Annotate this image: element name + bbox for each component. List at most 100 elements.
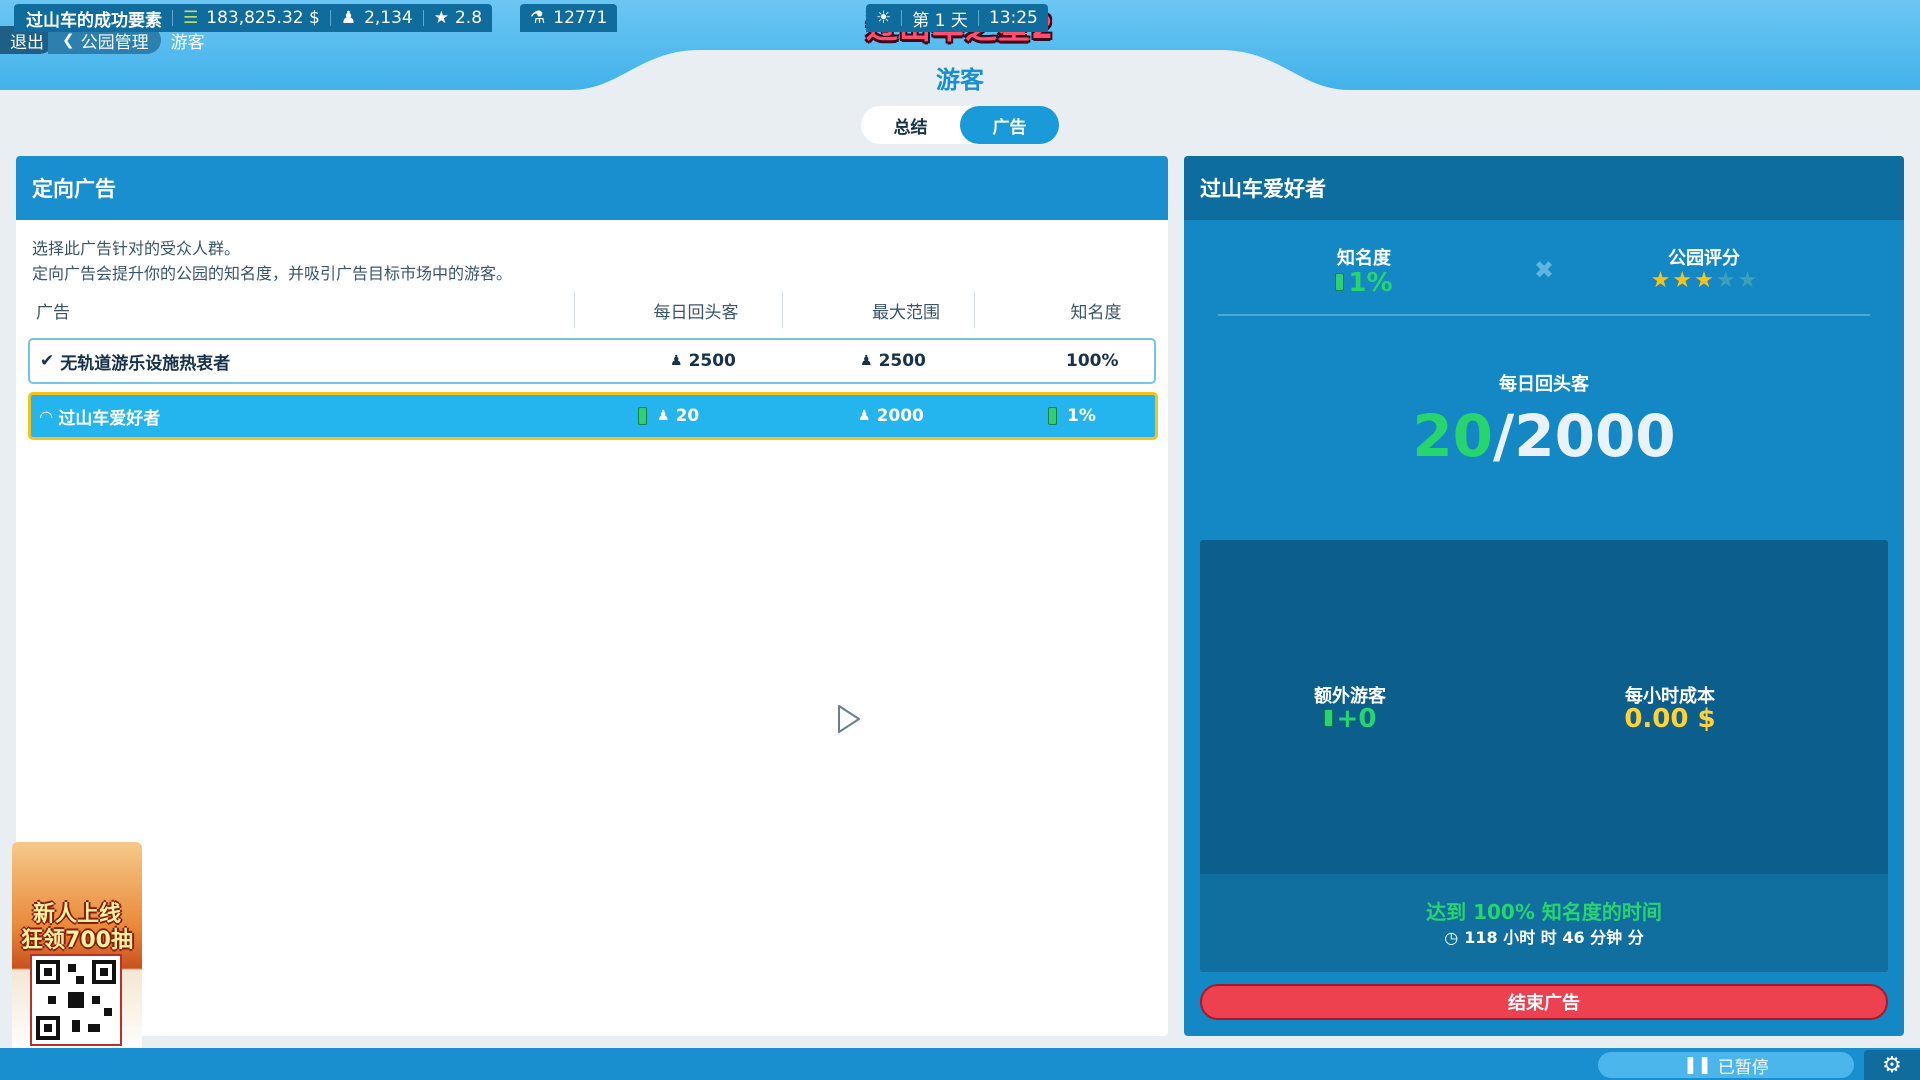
guests-value: 2,134 [364, 8, 413, 28]
table-header: 广告 每日回头客 最大范围 知名度 [16, 290, 1168, 330]
column-divider [782, 292, 783, 328]
targeted-ads-panel: 定向广告 选择此广告针对的受众人群。 定向广告会提升你的公园的知名度，并吸引广告… [16, 156, 1168, 1036]
row-name-cell: ✔ 无轨道游乐设施热衷者 [40, 340, 230, 382]
star-icon: ★ [1737, 268, 1758, 293]
daily-returning-cell: ♟ 2500 [670, 340, 736, 382]
promo-line-2: 狂领700抽 [21, 928, 133, 953]
checkmark-icon: ✔ [40, 351, 55, 371]
research-value: 12771 [553, 8, 608, 28]
tab-summary[interactable]: 总结 [861, 106, 960, 144]
daily-returning-label: 每日回头客 [1499, 374, 1589, 395]
park-stats-bar: 过山车的成功要素 ☰ 183,825.32 $ ♟ 2,134 ★ 2.8 [14, 4, 493, 32]
daily-returning-value: 20 [675, 406, 700, 426]
awareness-label: 知名度 [1337, 248, 1391, 269]
ad-name: 无轨道游乐设施热衷者 [60, 353, 231, 374]
loading-spinner-icon: ◠ [40, 406, 53, 426]
ad-row-track-less-ride-fans[interactable]: ✔ 无轨道游乐设施热衷者 ♟ 2500 ♟ 2500 100% [28, 338, 1156, 384]
ad-name: 过山车爱好者 [58, 408, 161, 429]
ad-detail-panel: 过山车爱好者 知名度 1% ✖ 公园评分 ★★★★★ 每日回头客 20/2000… [1184, 156, 1904, 1036]
time-to-full-value-row: ◷ 118 小时 时 46 分钟 分 [1200, 924, 1888, 948]
clock-icon: ◷ [1444, 928, 1459, 947]
detail-title: 过山车爱好者 [1184, 156, 1904, 220]
promo-line-1: 新人上线 [32, 902, 121, 927]
description-line-2: 定向广告会提升你的公园的知名度，并吸引广告目标市场中的游客。 [32, 264, 513, 283]
ad-stats-box: 额外游客 +0 每小时成本 0.00 $ 达到 100% 知名度的时间 ◷ 118… [1200, 540, 1888, 972]
park-rating-label: 公园评分 [1668, 248, 1740, 269]
research-item: ⚗ 12771 [520, 4, 617, 32]
panel-description: 选择此广告针对的受众人群。 定向广告会提升你的公园的知名度，并吸引广告目标市场中… [16, 220, 1168, 286]
guests-stat[interactable]: ♟ 2,134 [331, 4, 423, 32]
extra-guests-stat: +0 [1230, 704, 1470, 734]
rating-value: 2.8 [454, 8, 483, 28]
sun-icon: ☀ [876, 8, 892, 28]
time-to-full-label: 达到 100% 知名度的时间 [1426, 900, 1662, 924]
qr-code-icon [30, 954, 122, 1046]
column-divider [574, 292, 575, 328]
objective-label: 过山车的成功要素 [26, 10, 162, 31]
star-icon: ★ [433, 8, 449, 28]
daily-returning-value: 2500 [688, 351, 736, 371]
pause-label: 已暂停 [1717, 1057, 1769, 1078]
awareness-cell: 1% [1048, 395, 1096, 437]
end-ad-button[interactable]: 结束广告 [1200, 984, 1888, 1020]
page-title: 游客 [936, 66, 984, 94]
tab-ads[interactable]: 广告 [960, 106, 1059, 144]
battery-up-icon [1323, 709, 1333, 727]
battery-up-icon [1335, 273, 1345, 291]
objective-button[interactable]: 过山车的成功要素 [14, 4, 172, 32]
chevron-left-icon: ❮ [62, 31, 75, 49]
max-range-value: 2500 [878, 351, 926, 371]
stat-divider [1218, 314, 1870, 316]
people-icon: ♟ [670, 353, 683, 369]
awareness-stat-value: 1% [1348, 268, 1393, 298]
money-value: 183,825.32 $ [206, 8, 320, 28]
max-range-cell: ♟ 2500 [860, 340, 926, 382]
pause-toggle[interactable]: ❚❚ 已暂停 [1598, 1052, 1854, 1078]
promo-text: 新人上线 狂领700抽 [12, 902, 142, 954]
tab-bar: 总结 广告 [861, 106, 1059, 144]
max-range-cell: ♟ 2000 [858, 395, 924, 437]
time-to-full-value: 118 小时 时 46 分钟 分 [1464, 928, 1644, 947]
max-range-value: 2000 [876, 406, 924, 426]
ad-row-coaster-enthusiasts[interactable]: ◠ 过山车爱好者 ♟ 20 ♟ 2000 1% [28, 392, 1158, 440]
battery-up-icon [638, 407, 647, 425]
gear-icon: ⚙ [1882, 1052, 1902, 1078]
settings-button[interactable]: ⚙ [1864, 1050, 1920, 1080]
promo-badge[interactable]: 新人上线 狂领700抽 [12, 842, 142, 1052]
extra-guests-value: +0 [1336, 704, 1377, 734]
hourly-cost-value: 0.00 $ [1624, 704, 1716, 734]
rating-stat[interactable]: ★ 2.8 [424, 4, 492, 32]
awareness-stat: 1% [1244, 268, 1484, 298]
flask-icon: ⚗ [530, 8, 546, 28]
day-value: 第 1 天 [912, 10, 968, 31]
research-stat[interactable]: ⚗ 12771 [520, 4, 618, 32]
park-rating-stars: ★★★★★ [1584, 268, 1824, 293]
people-icon: ♟ [340, 8, 357, 28]
star-icon: ★ [1694, 268, 1714, 293]
awareness-value: 1% [1067, 406, 1096, 426]
money-stat[interactable]: ☰ 183,825.32 $ [173, 4, 330, 32]
date-time-bar: ☀ 第 1 天 13:25 [866, 4, 1048, 32]
daily-returning-cell: ♟ 20 [638, 395, 699, 437]
awareness-value: 100% [1066, 351, 1119, 371]
daily-returning-max: /2000 [1493, 402, 1676, 470]
star-icon: ★ [1650, 268, 1671, 293]
weather-button[interactable]: ☀ [866, 4, 901, 32]
description-line-1: 选择此广告针对的受众人群。 [32, 239, 241, 258]
awareness-cell: 100% [1066, 340, 1119, 382]
people-icon: ♟ [657, 408, 670, 424]
row-name-cell: ◠ 过山车爱好者 [40, 395, 160, 437]
star-icon: ★ [1672, 268, 1693, 293]
multiply-icon: ✖ [1533, 256, 1555, 284]
clock-value: 13:25 [988, 8, 1038, 28]
column-ad: 广告 [36, 302, 70, 323]
column-divider [974, 292, 975, 328]
daily-returning-current: 20 [1412, 402, 1494, 470]
time-to-full-section: 达到 100% 知名度的时间 ◷ 118 小时 时 46 分钟 分 [1200, 874, 1888, 972]
column-awareness: 知名度 [1070, 302, 1122, 323]
pause-icon: ❚❚ [1683, 1055, 1712, 1075]
star-icon: ★ [1715, 268, 1736, 293]
coins-icon: ☰ [183, 8, 199, 28]
people-icon: ♟ [860, 353, 873, 369]
mouse-cursor-icon [838, 705, 860, 733]
